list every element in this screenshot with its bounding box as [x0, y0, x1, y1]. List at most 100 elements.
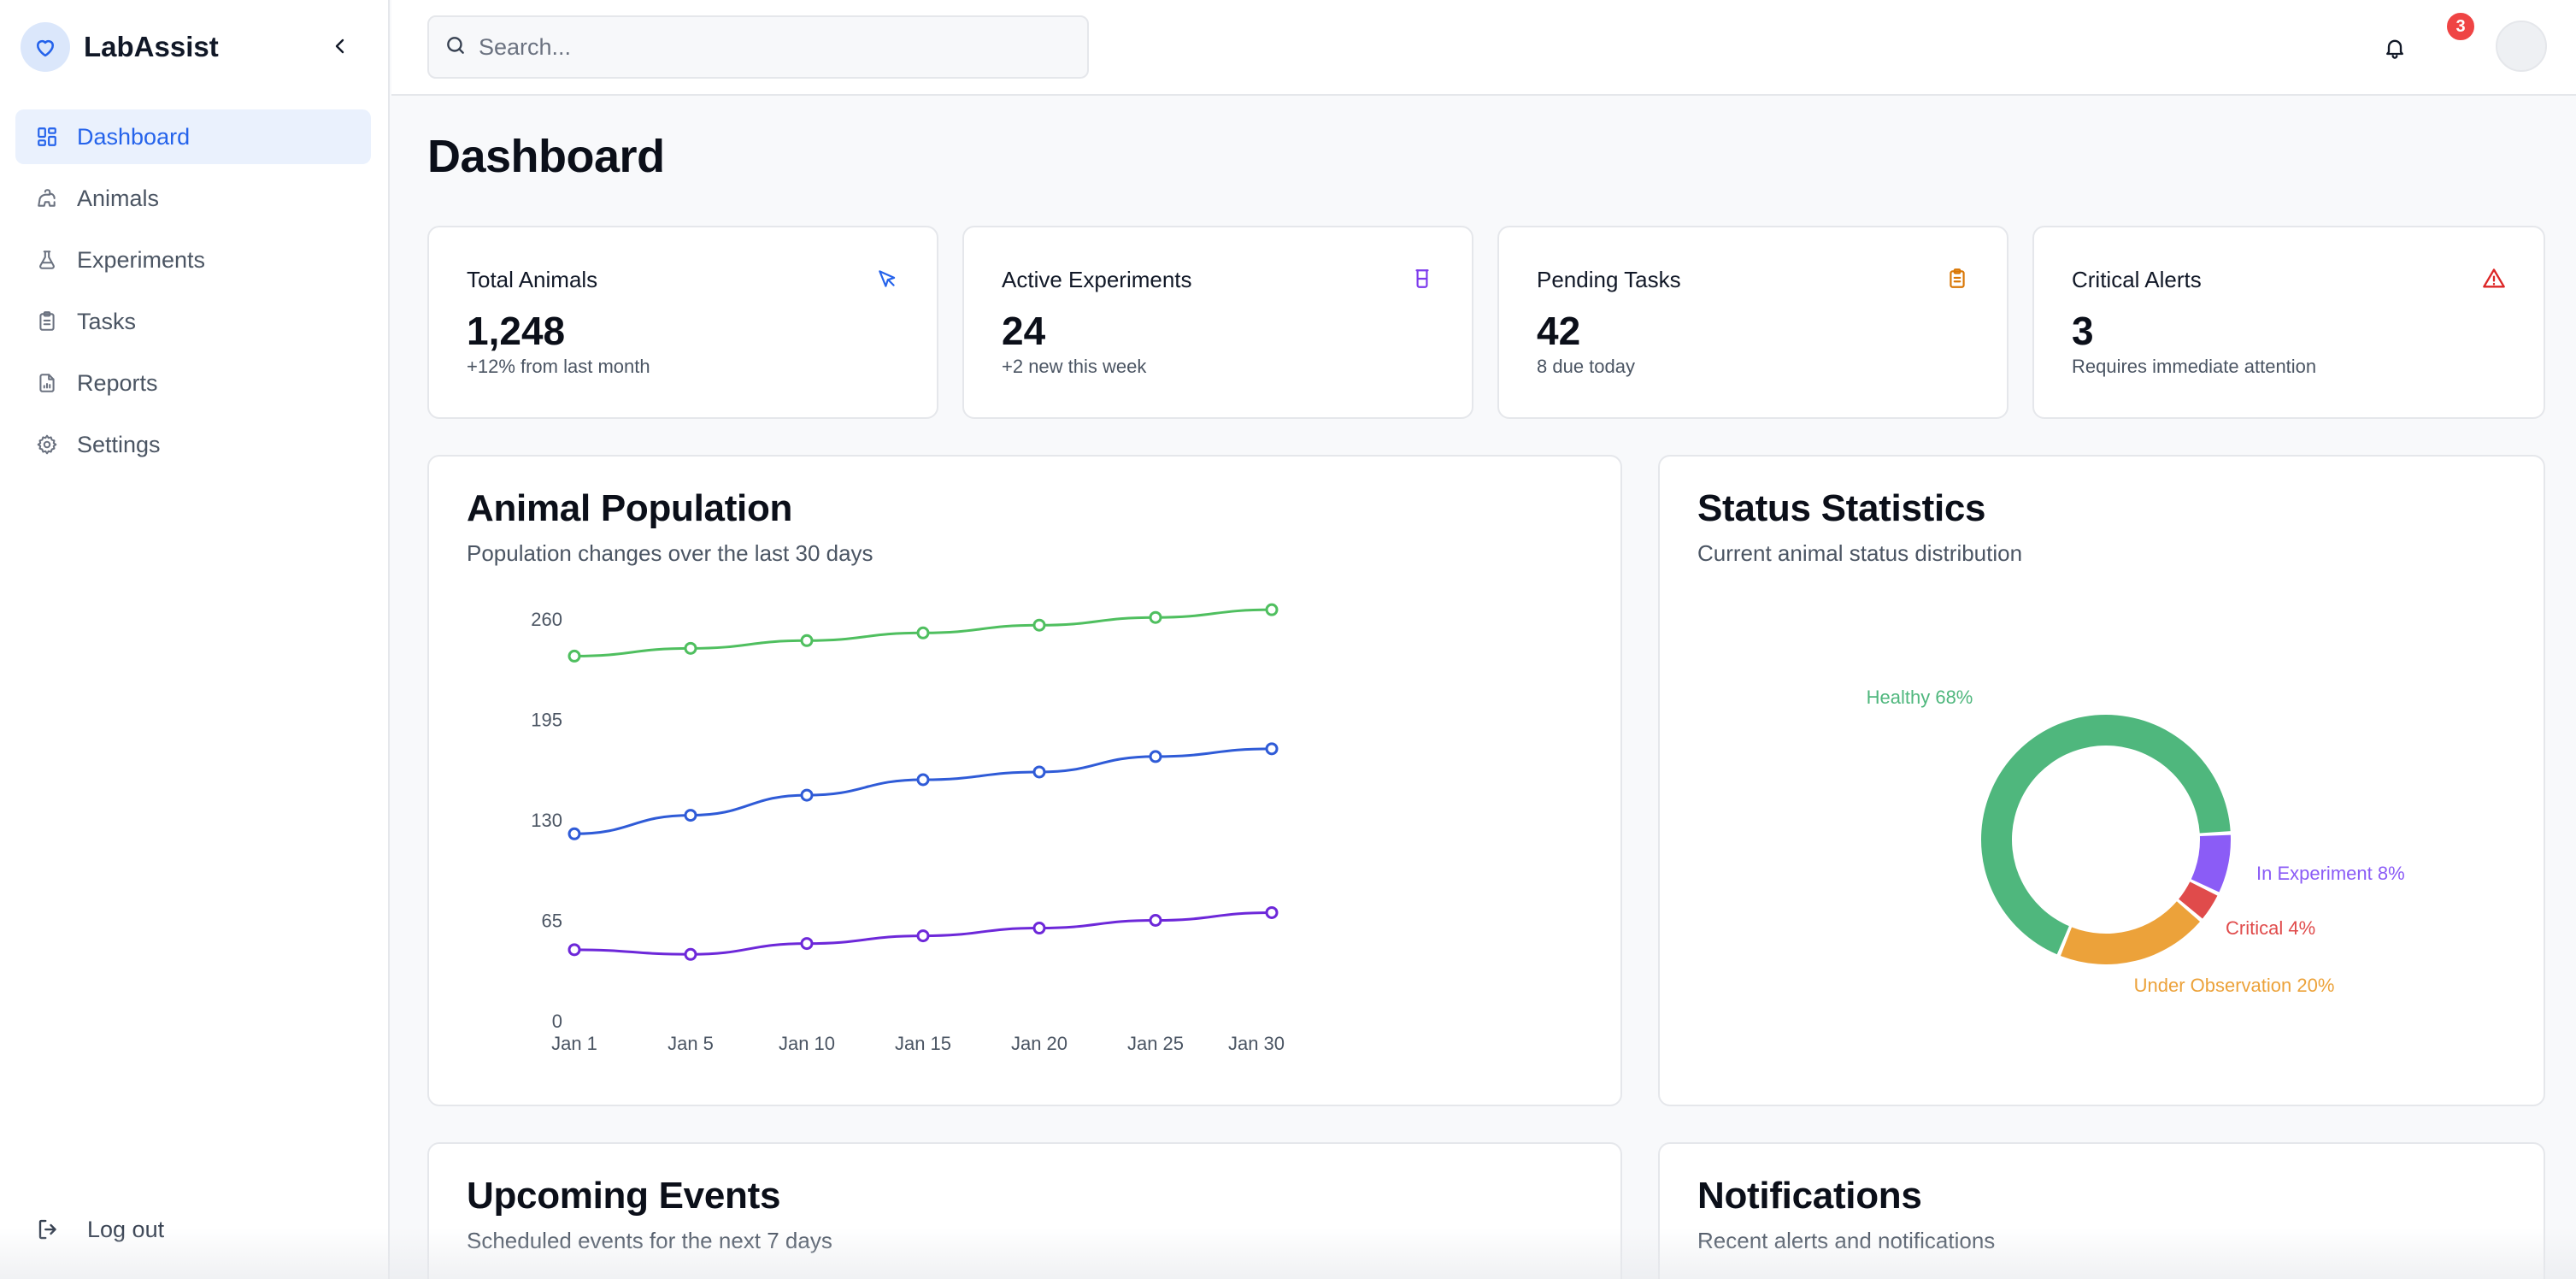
donut-slice[interactable]	[2060, 901, 2201, 964]
brand[interactable]: LabAssist	[21, 22, 219, 72]
panel-title: Upcoming Events	[467, 1175, 781, 1217]
logout-icon	[34, 1215, 63, 1244]
stat-card-critical-alerts[interactable]: Critical Alerts 3 Requires immediate att…	[2032, 226, 2545, 419]
data-point[interactable]	[1149, 610, 1162, 624]
y-tick-label: 65	[542, 911, 562, 932]
slice-label: Healthy 68%	[1867, 687, 1973, 708]
series-line	[573, 747, 1273, 835]
x-tick-label: Jan 5	[668, 1033, 714, 1054]
x-tick-label: Jan 25	[1127, 1033, 1184, 1054]
bell-icon[interactable]	[2376, 29, 2414, 67]
sidebar-item-label: Tasks	[77, 308, 137, 334]
animal-population-panel: Animal Population Population changes ove…	[427, 455, 1622, 1106]
sidebar-item-experiments[interactable]: Experiments	[15, 233, 371, 287]
data-point[interactable]	[1032, 922, 1046, 935]
y-tick-label: 0	[552, 1011, 562, 1032]
chevron-left-icon[interactable]	[325, 31, 356, 62]
data-point[interactable]	[1265, 742, 1279, 756]
beaker-icon	[1409, 265, 1436, 292]
x-tick-label: Jan 1	[551, 1033, 597, 1054]
data-point[interactable]	[1032, 618, 1046, 632]
upcoming-events-panel: Upcoming Events Scheduled events for the…	[427, 1142, 1622, 1279]
data-point[interactable]	[684, 641, 697, 655]
sidebar-item-tasks[interactable]: Tasks	[15, 294, 371, 349]
donut-slice[interactable]	[2191, 834, 2231, 893]
page-title: Dashboard	[427, 131, 665, 182]
population-line-chart: 0 65 130 195 260 Jan 1 Jan 5 Jan 10 Jan 15 Jan 20…	[531, 603, 1285, 1054]
flask-icon	[34, 247, 60, 273]
data-point[interactable]	[1032, 765, 1046, 779]
data-point[interactable]	[916, 929, 930, 943]
data-point[interactable]	[800, 937, 814, 951]
search-input[interactable]	[479, 33, 1060, 61]
y-tick-label: 130	[531, 810, 562, 831]
data-point[interactable]	[568, 827, 581, 840]
cursor-icon	[873, 265, 901, 292]
search-bar[interactable]	[427, 15, 1089, 79]
y-tick-label: 195	[531, 710, 562, 731]
stat-subtext: +2 new this week	[1002, 356, 1147, 377]
sidebar-item-label: Reports	[77, 369, 158, 396]
data-point[interactable]	[916, 773, 930, 787]
x-tick-label: Jan 30	[1228, 1033, 1285, 1054]
stat-subtext: +12% from last month	[467, 356, 650, 377]
slice-label: In Experiment 8%	[2256, 863, 2405, 884]
app-name: LabAssist	[84, 31, 219, 62]
x-tick-label: Jan 10	[779, 1033, 835, 1054]
slice-label: Under Observation 20%	[2134, 975, 2335, 996]
data-point[interactable]	[684, 947, 697, 961]
paw-icon	[34, 186, 60, 211]
status-statistics-panel: Status Statistics Current animal status …	[1658, 455, 2545, 1106]
stat-card-active-experiments[interactable]: Active Experiments 24 +2 new this week	[962, 226, 1473, 419]
notifications-panel: Notifications Recent alerts and notifica…	[1658, 1142, 2545, 1279]
panel-subtitle: Scheduled events for the next 7 days	[467, 1228, 832, 1253]
alert-triangle-icon	[2480, 265, 2508, 292]
sidebar-item-label: Settings	[77, 431, 161, 457]
sidebar-item-animals[interactable]: Animals	[15, 171, 371, 226]
sidebar-item-label: Dashboard	[77, 123, 191, 150]
clipboard-icon	[34, 309, 60, 334]
data-point[interactable]	[916, 626, 930, 640]
stat-card-total-animals[interactable]: Total Animals 1,248 +12% from last month	[427, 226, 938, 419]
data-point[interactable]	[1149, 750, 1162, 763]
data-point[interactable]	[684, 809, 697, 822]
sidebar-item-settings[interactable]: Settings	[15, 417, 371, 472]
x-tick-label: Jan 20	[1011, 1033, 1067, 1054]
heart-icon	[21, 22, 70, 72]
report-icon	[34, 370, 60, 396]
gear-icon	[34, 432, 60, 457]
status-donut-chart: In Experiment 8% Critical 4% Under Observa…	[1867, 687, 2405, 996]
data-point[interactable]	[800, 788, 814, 802]
sidebar-item-reports[interactable]: Reports	[15, 356, 371, 410]
panel-title: Notifications	[1697, 1175, 1922, 1217]
logout-label: Log out	[87, 1216, 165, 1242]
logout-button[interactable]: Log out	[34, 1205, 164, 1253]
stat-label: Pending Tasks	[1537, 267, 1681, 292]
data-point[interactable]	[568, 943, 581, 957]
y-tick-label: 260	[531, 609, 562, 630]
sidebar-item-label: Experiments	[77, 246, 206, 273]
dashboard-icon	[34, 124, 60, 150]
notification-badge: 3	[2444, 10, 2477, 43]
stat-card-pending-tasks[interactable]: Pending Tasks 42 8 due today	[1497, 226, 2008, 419]
sidebar-item-label: Animals	[77, 185, 160, 211]
avatar[interactable]	[2496, 21, 2547, 72]
slice-label: Critical 4%	[2226, 917, 2315, 939]
data-point[interactable]	[1149, 914, 1162, 927]
panel-subtitle: Recent alerts and notifications	[1697, 1228, 1996, 1253]
stat-subtext: Requires immediate attention	[2072, 356, 2317, 377]
data-point[interactable]	[800, 634, 814, 647]
data-point[interactable]	[1265, 905, 1279, 919]
top-header: 3	[391, 0, 2576, 96]
stat-value: 1,248	[467, 309, 566, 353]
stat-subtext: 8 due today	[1537, 356, 1635, 377]
stat-value: 3	[2072, 309, 2094, 353]
stat-value: 24	[1002, 309, 1046, 353]
stat-label: Critical Alerts	[2072, 267, 2202, 292]
data-point[interactable]	[568, 649, 581, 663]
stat-label: Active Experiments	[1002, 267, 1192, 292]
stat-value: 42	[1537, 309, 1581, 353]
data-point[interactable]	[1265, 603, 1279, 616]
sidebar-item-dashboard[interactable]: Dashboard	[15, 109, 371, 164]
clipboard-icon	[1944, 265, 1971, 292]
